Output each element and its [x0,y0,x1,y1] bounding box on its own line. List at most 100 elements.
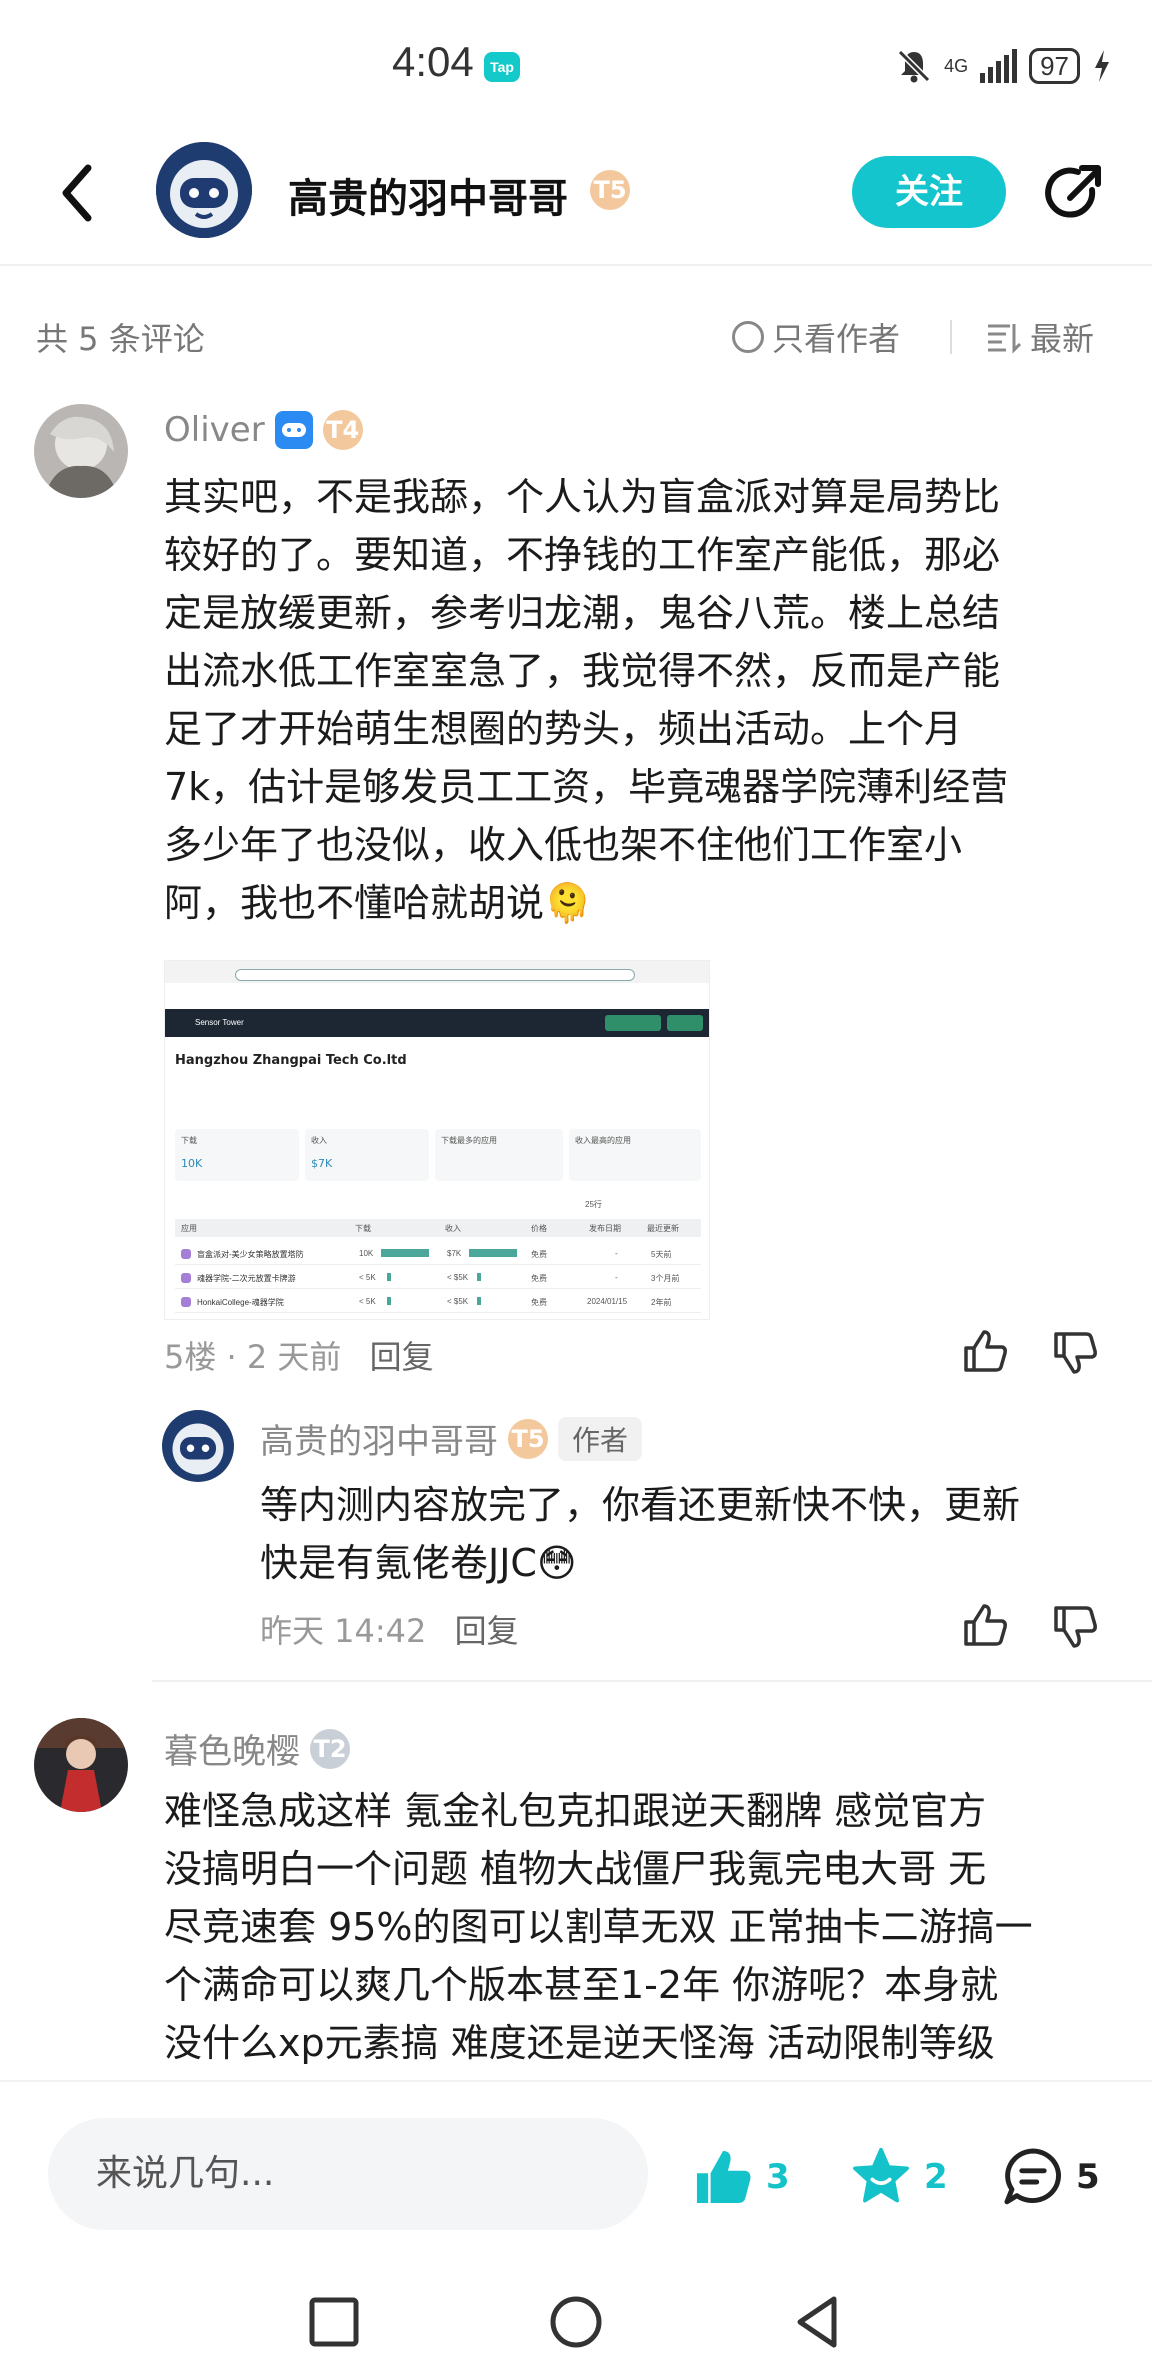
back-arrow-icon[interactable] [50,158,110,228]
commenter-name[interactable]: 暮色晚樱 [164,1724,300,1773]
top-download-card: 下载最多的应用 [435,1129,563,1181]
app-icon [181,1273,191,1283]
author-level-badge: T5 [590,170,630,210]
commenter-avatar[interactable] [34,404,128,498]
bottom-action-bar: 来说几句... 3 2 5 [0,2080,1152,2240]
reply-author-level: T5 [508,1418,548,1459]
status-icons: 4G 97 [896,44,1112,88]
mute-bell-icon [897,49,931,83]
floor-number: 5楼 [164,1338,217,1376]
comment-filter-bar: 共 5 条评论 只看作者 最新 [0,300,1152,370]
comment-time: 2 天前 [246,1338,342,1376]
top-download-label: 下载最多的应用 [441,1136,497,1145]
table-header: 应用 下载 收入 价格 发布日期 最近更新 [175,1219,701,1237]
gamepad-badge-icon [274,411,313,449]
author-tag: 作者 [558,1416,643,1461]
status-time: 4:04 [392,38,474,85]
thumb-up-icon[interactable] [960,1326,1010,1376]
favorite-count: 2 [924,2157,948,2197]
reply-meta: 昨天 14:42 回复 [260,1606,519,1652]
comment-text: 其实吧，不是我舔，个人认为盲盒派对算是局势比 较好的了。要知道，不挣钱的工作室产… [164,468,1124,932]
revenue-bar [477,1297,481,1305]
app-name: HonkaiCollege-魂器学院 [197,1298,284,1307]
col-price: 价格 [531,1224,547,1233]
sort-button[interactable]: 最新 [986,314,1094,360]
col-release: 发布日期 [589,1224,621,1233]
row-revenue: < $5K [447,1273,469,1282]
author-avatar[interactable] [156,142,252,238]
reply-button[interactable]: 回复 [370,1338,434,1376]
system-nav-bar [0,2250,1152,2376]
comment-count-label: 共 5 条评论 [36,320,205,358]
commenter-level-badge: T4 [322,410,363,450]
nav-square-icon[interactable] [306,2294,362,2350]
tap-app-badge: Tap [484,52,520,82]
only-author-toggle[interactable]: 只看作者 [732,314,900,360]
comment-divider [152,1680,1152,1682]
comment-line: 个满命可以爽几个版本甚至1-2年 你游呢？本身就 [164,1963,999,2007]
comment-line: 较好的了。要知道，不挣钱的工作室产能低，那必 [164,533,1001,577]
row-update: 3个月前 [651,1274,680,1283]
share-icon[interactable] [1040,160,1106,226]
nav-action-button [605,1015,661,1031]
comments-button[interactable]: 5 [1000,2146,1100,2208]
commenter-name[interactable]: Oliver [164,410,265,450]
like-button[interactable]: 3 [690,2146,790,2208]
revenue-card: 收入 $7K [305,1129,429,1181]
comment-line: 其实吧，不是我舔，个人认为盲盒派对算是局势比 [164,475,1001,519]
sort-label: 最新 [1030,320,1095,358]
commenter-name-row: 暮色晚樱 T2 [164,1724,350,1773]
battery-indicator: 97 [1029,48,1080,84]
reply-author-name[interactable]: 高贵的羽中哥哥 [260,1414,498,1463]
avatar-illustration [34,1718,128,1812]
favorite-button[interactable]: 2 [848,2146,948,2208]
reply-time: 昨天 14:42 [260,1612,427,1650]
sensor-tower-brand: Sensor Tower [195,1018,244,1027]
comment-total: 5 [1076,2157,1100,2197]
comment-input[interactable]: 来说几句... [48,2118,648,2230]
row-download: 10K [359,1249,374,1258]
row-revenue: $7K [447,1249,462,1258]
commenter-avatar[interactable] [34,1718,128,1812]
row-release: - [615,1273,618,1282]
nav-back-icon[interactable] [790,2294,846,2350]
top-revenue-card: 收入最高的应用 [569,1129,701,1181]
reply-button[interactable]: 回复 [455,1612,519,1650]
comment-icon [1004,2148,1062,2205]
table-row: HonkaiCollege-魂器学院 < 5K < $5K 免费 2024/01… [175,1291,701,1313]
comment-line: 出流水低工作室室急了，我觉得不然，反而是产能 [164,649,1001,693]
post-header: 高贵的羽中哥哥 T5 关注 [0,130,1152,260]
like-count: 3 [766,2157,790,2197]
nav-circle-icon[interactable] [548,2294,604,2350]
download-bar [381,1249,429,1257]
charging-icon [1095,50,1109,82]
row-price: 免费 [531,1298,547,1307]
comment-meta: 5楼 · 2 天前 回复 [164,1332,434,1378]
col-download: 下载 [355,1224,371,1233]
row-revenue: < $5K [447,1297,469,1306]
robot-avatar-icon [162,1410,234,1482]
meta-separator: · [226,1338,247,1376]
comment-text: 难怪急成这样 氪金礼包克扣跟逆天翻牌 感觉官方 没搞明白一个问题 植物大战僵尸我… [164,1782,1124,2072]
row-update: 2年前 [651,1298,672,1307]
thumb-down-icon[interactable] [1050,1602,1100,1652]
comment-line: 7k，估计是够发员工工资，毕竟魂器学院薄利经营 [164,765,1009,809]
revenue-bar [477,1273,481,1281]
status-bar: 4:04 Tap 4G 97 [0,0,1152,130]
thumb-up-icon[interactable] [960,1600,1010,1650]
row-count-select: 25行 [585,1200,602,1209]
post-author-name[interactable]: 高贵的羽中哥哥 [288,166,568,224]
reply-text: 等内测内容放完了，你看还更新快不快，更新 快是有氪佬卷JJC😳 [260,1476,1120,1592]
nav-action-button [667,1015,703,1031]
thumb-down-icon[interactable] [1050,1328,1100,1378]
comment-image[interactable]: Sensor Tower Hangzhou Zhangpai Tech Co.l… [164,960,710,1320]
avatar-illustration [34,404,128,498]
follow-button[interactable]: 关注 [852,156,1006,228]
app-name: 盲盒派对-美少女策略放置塔防 [197,1250,304,1259]
robot-avatar-icon [156,142,252,238]
network-label: 4G [944,56,969,76]
download-label: 下载 [181,1136,197,1145]
row-price: 免费 [531,1250,547,1259]
reply-author-avatar[interactable] [162,1410,234,1482]
radio-icon [732,321,764,353]
